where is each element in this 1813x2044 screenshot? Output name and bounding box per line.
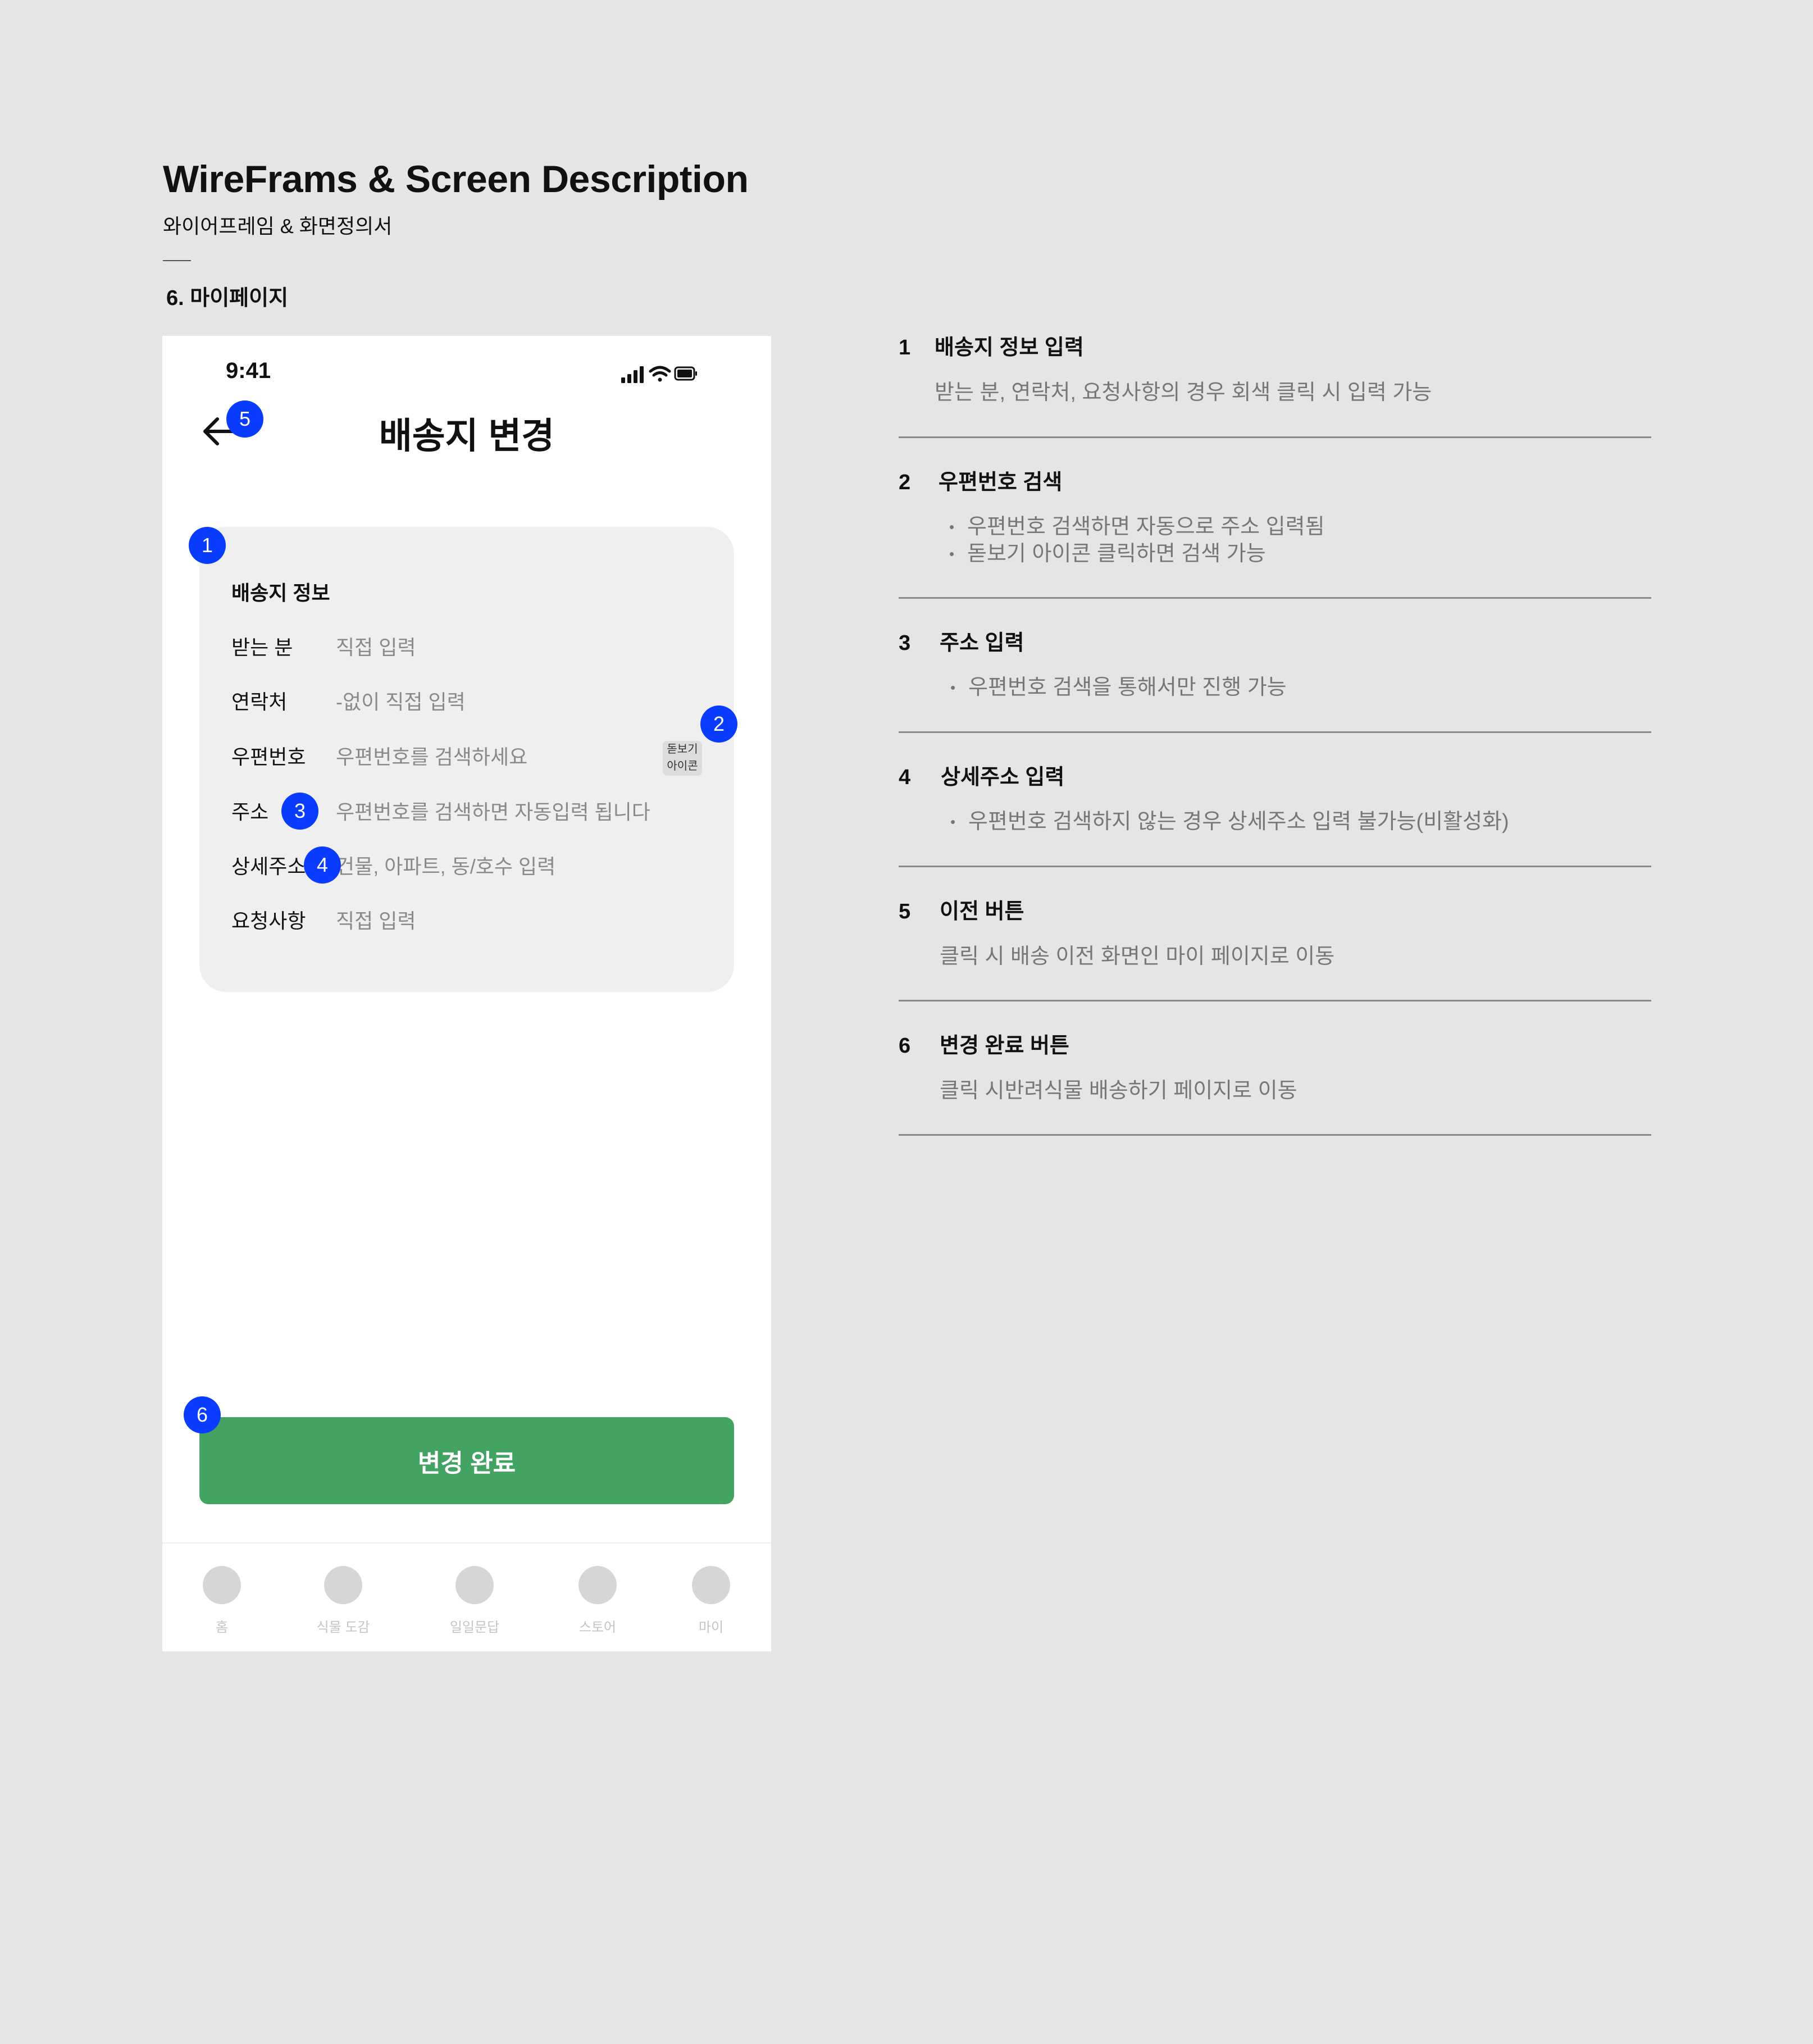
my-page-icon [692, 1566, 730, 1604]
search-icon-label-2: 아이콘 [667, 760, 698, 772]
address-input: 우편번호를 검색하면 자동입력 됩니다 [336, 800, 650, 823]
annotation-badge-3: 3 [281, 793, 318, 830]
description-title: 주소 입력 [940, 631, 1024, 655]
tab-bar-divider [162, 1542, 771, 1544]
status-icons [621, 366, 697, 383]
tab-label: 홈 [215, 1620, 229, 1635]
phone-input[interactable]: -없이 직접 입력 [336, 692, 466, 712]
annotation-badge-1: 1 [189, 527, 226, 564]
description-bullets: 우편번호 검색을 통해서만 진행 가능 [950, 674, 1287, 701]
description-text: 클릭 시반려식물 배송하기 페이지로 이동 [940, 1079, 1297, 1103]
description-number: 1 [899, 336, 911, 359]
store-icon [578, 1566, 617, 1604]
description-divider [899, 436, 1651, 438]
description-bullet: 우편번호 검색하지 않는 경우 상세주소 입력 불가능(비활성화) [950, 808, 1509, 835]
plant-guide-icon [324, 1566, 362, 1604]
description-divider [899, 866, 1651, 867]
shipping-info-card: 배송지 정보 받는 분 직접 입력 연락처 -없이 직접 입력 우편번호 우편번… [199, 527, 734, 992]
tab-label: 스토어 [578, 1620, 617, 1635]
description-divider [899, 731, 1651, 733]
description-bullet: 돋보기 아이콘 클릭하면 검색 가능 [949, 540, 1325, 567]
description-divider [899, 1000, 1651, 1001]
status-time: 9:41 [226, 358, 271, 383]
description-number: 2 [899, 471, 911, 494]
section-label: 6. 마이페이지 [166, 286, 289, 310]
description-divider [899, 597, 1651, 599]
signal-icon [621, 366, 644, 383]
description-bullet: 우편번호 검색하면 자동으로 주소 입력됨 [949, 513, 1325, 540]
search-icon[interactable]: 돋보기 아이콘 [663, 741, 702, 776]
description-title: 변경 완료 버튼 [940, 1034, 1069, 1058]
annotation-badge-4: 4 [304, 846, 341, 884]
description-text: 클릭 시 배송 이전 화면인 마이 페이지로 이동 [940, 945, 1335, 968]
submit-button[interactable]: 변경 완료 [199, 1417, 734, 1504]
detail-address-label: 상세주소 [231, 855, 306, 878]
battery-icon [674, 366, 697, 381]
tab-my[interactable]: 마이 [655, 1566, 767, 1635]
recipient-input[interactable]: 직접 입력 [336, 638, 416, 658]
document-subtitle: 와이어프레임 & 화면정의서 [163, 215, 393, 238]
zipcode-label: 우편번호 [231, 745, 306, 768]
recipient-label: 받는 분 [231, 636, 293, 659]
annotation-badge-2: 2 [700, 705, 737, 743]
description-bullet: 우편번호 검색을 통해서만 진행 가능 [950, 674, 1287, 701]
daily-qa-icon [455, 1566, 494, 1604]
annotation-badge-6: 6 [184, 1396, 221, 1433]
description-title: 상세주소 입력 [941, 766, 1065, 789]
request-label: 요청사항 [231, 909, 306, 932]
tab-home[interactable]: 홈 [166, 1566, 278, 1635]
tab-store[interactable]: 스토어 [541, 1566, 654, 1635]
tab-label: 마이 [698, 1620, 724, 1635]
phone-label: 연락처 [231, 690, 288, 713]
address-label: 주소 [231, 800, 269, 823]
zipcode-input[interactable]: 우편번호를 검색하세요 [336, 747, 527, 767]
card-title: 배송지 정보 [231, 581, 330, 604]
description-bullets: 우편번호 검색하지 않는 경우 상세주소 입력 불가능(비활성화) [950, 808, 1509, 835]
description-title: 이전 버튼 [940, 900, 1024, 923]
description-number: 4 [899, 766, 911, 789]
description-number: 3 [899, 631, 911, 655]
tab-label: 일일문답 [449, 1620, 500, 1635]
document-title: WireFrams & Screen Description [163, 158, 749, 201]
description-title: 우편번호 검색 [939, 471, 1063, 494]
description-number: 5 [899, 900, 911, 923]
detail-address-input[interactable]: 건물, 아파트, 동/호수 입력 [336, 857, 555, 877]
phone-screen: 9:41 배송지 변경 배송지 정보 받는 분 직접 입력 연락처 -없이 직접… [162, 336, 771, 1651]
tab-plant-guide[interactable]: 식물 도감 [287, 1566, 399, 1635]
request-input[interactable]: 직접 입력 [336, 911, 416, 931]
header-divider [163, 260, 191, 261]
wifi-icon [649, 366, 671, 382]
description-divider [899, 1134, 1651, 1136]
description-text: 받는 분, 연락처, 요청사항의 경우 회색 클릭 시 입력 가능 [935, 381, 1432, 404]
tab-daily-qa[interactable]: 일일문답 [418, 1566, 531, 1635]
search-icon-label-1: 돋보기 [667, 743, 698, 755]
description-bullets: 우편번호 검색하면 자동으로 주소 입력됨 돋보기 아이콘 클릭하면 검색 가능 [949, 513, 1325, 567]
description-title: 배송지 정보 입력 [935, 336, 1084, 359]
home-icon [203, 1566, 241, 1604]
annotation-badge-5: 5 [226, 400, 263, 438]
tab-label: 식물 도감 [316, 1620, 370, 1635]
description-number: 6 [899, 1034, 911, 1058]
